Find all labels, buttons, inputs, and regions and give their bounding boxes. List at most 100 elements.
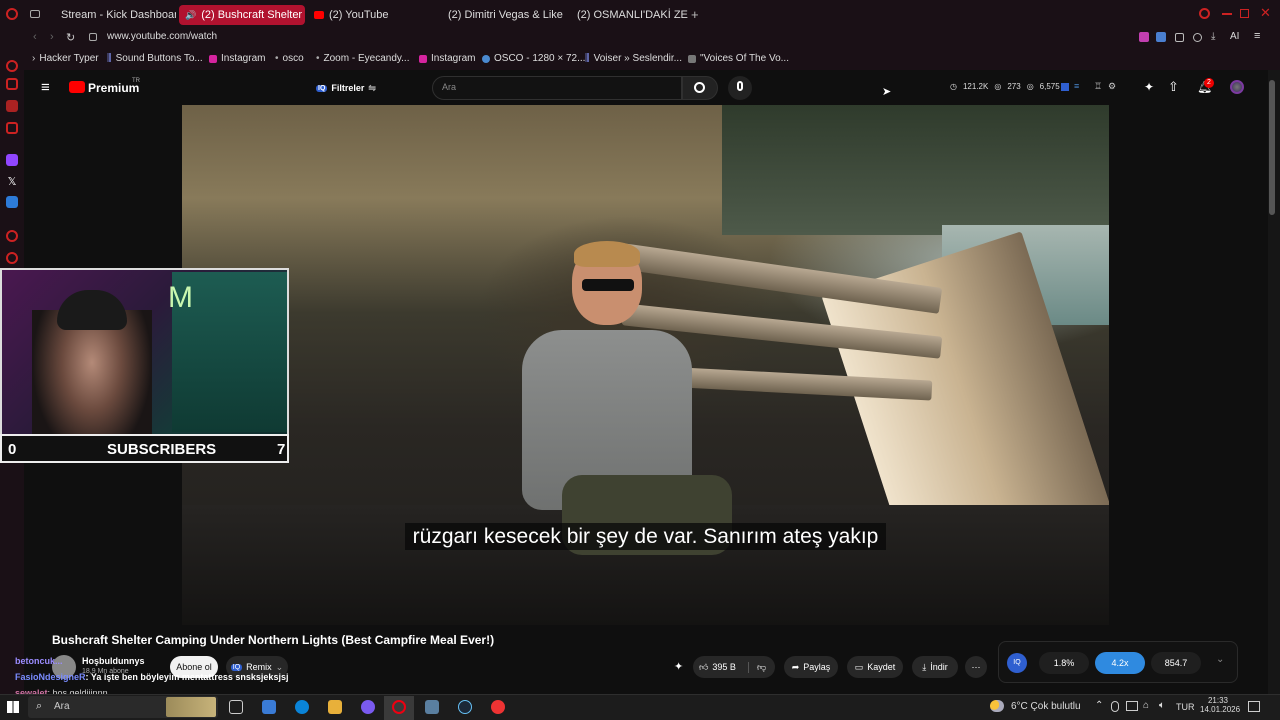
scrollbar-thumb[interactable] [1269, 80, 1275, 215]
search-box[interactable]: Ara [432, 76, 682, 100]
reload-icon[interactable]: ↻ [66, 31, 75, 44]
tab-dimitri[interactable]: (2) Dimitri Vegas & Like M [437, 5, 563, 25]
settings-icon[interactable]: ⚙ [1108, 81, 1116, 92]
voice-search-button[interactable] [728, 76, 752, 100]
taskbar-search-input[interactable]: Ara [54, 701, 70, 712]
mouse-cursor: ➤ [882, 86, 892, 98]
chat-icon[interactable] [6, 100, 18, 112]
volume-icon[interactable]: 🔈︎ [1159, 700, 1165, 711]
upload-icon[interactable]: ⇧ [1168, 79, 1179, 95]
create-icon[interactable]: ✦ [1144, 80, 1154, 94]
bookmark-icon: ▭ [854, 661, 864, 672]
monster-logo-icon: M [168, 281, 193, 314]
iq-stat-value: 854.7 [1151, 652, 1201, 674]
search-tabs-icon[interactable] [1199, 8, 1210, 19]
youtube-logo-icon[interactable] [69, 81, 85, 93]
forward-icon[interactable]: › [50, 31, 54, 43]
headphones [57, 290, 127, 330]
x-icon[interactable]: 𝕏 [6, 175, 18, 188]
language-indicator[interactable]: TUR [1176, 702, 1195, 712]
menu-icon[interactable]: ≡ [1254, 30, 1260, 42]
bookmark-voiser[interactable]: ⫼ Voiser » Seslendir... [585, 53, 682, 64]
search-button[interactable] [682, 76, 718, 100]
bookmark-voices[interactable]: "Voices Of The Vo... [688, 53, 789, 64]
taskbar-search[interactable]: ⌕ Ara [28, 696, 218, 718]
opera-gx-icon[interactable] [392, 700, 406, 714]
like-icon[interactable]: 👍︎ [699, 662, 708, 673]
sparkle-icon[interactable]: ✦ [674, 660, 683, 673]
puzzle-icon[interactable] [1175, 33, 1184, 42]
task-view-icon[interactable] [229, 700, 243, 714]
list-icon[interactable]: ≡ [1074, 81, 1079, 91]
mic-icon[interactable] [1111, 701, 1119, 712]
app-icon[interactable] [491, 700, 505, 714]
notification-center-icon[interactable] [1248, 701, 1260, 712]
clock-icon[interactable] [6, 252, 18, 264]
extension-icon[interactable] [1061, 83, 1069, 91]
bookmark-instagram-2[interactable]: Instagram [419, 53, 475, 64]
weather-icon[interactable] [990, 700, 1004, 712]
minimize-icon[interactable] [1222, 13, 1232, 15]
download-icon[interactable]: ⤓ [1211, 31, 1215, 42]
weather-text[interactable]: 6°C Çok bulutlu [1011, 701, 1081, 712]
instagram-icon [209, 54, 217, 63]
tab-kick[interactable]: Stream - Kick Dashboard [50, 5, 176, 25]
bag-icon[interactable] [6, 78, 18, 90]
twitch-icon[interactable] [6, 154, 18, 166]
app-icon[interactable] [425, 700, 439, 714]
sunglasses [582, 279, 634, 291]
maximize-icon[interactable] [1240, 9, 1249, 18]
browser-logo-icon[interactable] [6, 8, 18, 20]
circle-icon[interactable] [6, 230, 18, 242]
close-icon[interactable]: ✕ [1260, 5, 1271, 21]
extension-icon[interactable] [1139, 32, 1149, 42]
tab-list-icon[interactable] [30, 10, 40, 18]
bookmark-zoom[interactable]: • Zoom - Eyecandy... [316, 53, 409, 64]
mail-icon[interactable] [6, 122, 18, 134]
ai-button[interactable]: AI [1230, 31, 1239, 42]
bookmark-hacker-typer[interactable]: › Hacker Typer [32, 53, 99, 64]
like-stat-icon: ◎ [994, 82, 1002, 91]
chevron-down-icon[interactable]: ⌄ [1216, 654, 1224, 665]
tab-youtube[interactable]: (2) YouTube [308, 5, 434, 25]
save-button[interactable]: ▭ Kaydet [847, 656, 903, 678]
channel-name[interactable]: Hoşbuldunnys [82, 656, 145, 666]
trophy-icon[interactable]: ♖ [1094, 81, 1102, 92]
edge-icon[interactable] [295, 700, 309, 714]
app-icon[interactable] [6, 196, 18, 208]
bookmark-sound-buttons[interactable]: ⫼ Sound Buttons To... [107, 53, 203, 64]
like-count[interactable]: 395 B [712, 662, 736, 672]
chevron-up-icon[interactable]: ⌃ [1095, 700, 1103, 711]
bookmark-instagram[interactable]: Instagram [209, 53, 265, 64]
app-icon[interactable] [262, 700, 276, 714]
bookmark-osco-1280[interactable]: OSCO - 1280 × 72... [482, 53, 585, 64]
video-player[interactable]: rüzgarı kesecek bir şey de var. Sanırım … [182, 105, 1109, 625]
dislike-icon[interactable]: 👎︎ [747, 661, 766, 673]
url-field[interactable]: www.youtube.com/watch [107, 31, 217, 42]
steam-icon[interactable] [458, 700, 472, 714]
file-explorer-icon[interactable] [328, 700, 342, 714]
tab-osmanli[interactable]: (2) OSMANLI'DAKİ ZENGİ [566, 5, 688, 25]
filters-button[interactable]: IQ Filtreler ⇋ [316, 79, 376, 97]
share-button[interactable]: ➦ Paylaş [784, 656, 838, 678]
avatar[interactable] [1230, 80, 1244, 94]
search-input[interactable]: Ara [442, 82, 456, 92]
more-actions-button[interactable]: ⋯ [965, 656, 987, 678]
search-highlight-image [166, 697, 216, 717]
windows-start-icon[interactable] [7, 701, 19, 713]
discord-icon[interactable] [361, 700, 375, 714]
monitor-icon[interactable] [1126, 701, 1138, 711]
iq-logo-icon[interactable]: IQ [1007, 653, 1027, 673]
iq-stat-multiplier: 4.2x [1095, 652, 1145, 674]
bookmark-osco[interactable]: • osco [275, 53, 304, 64]
new-tab-button[interactable]: + [691, 7, 699, 22]
hamburger-menu-icon[interactable]: ≡ [41, 79, 50, 96]
profile-icon[interactable] [1193, 33, 1202, 42]
clock[interactable]: 21:33 14.01.2026 [1200, 696, 1240, 714]
history-icon[interactable] [6, 60, 18, 72]
extension-icon[interactable] [1156, 32, 1166, 42]
tab-bushcraft[interactable]: 🔊 (2) Bushcraft Shelter C [179, 5, 305, 25]
download-button[interactable]: ⤓ İndir [912, 656, 958, 678]
network-icon[interactable]: ⌂ [1143, 700, 1149, 711]
back-icon[interactable]: ‹ [33, 31, 37, 43]
